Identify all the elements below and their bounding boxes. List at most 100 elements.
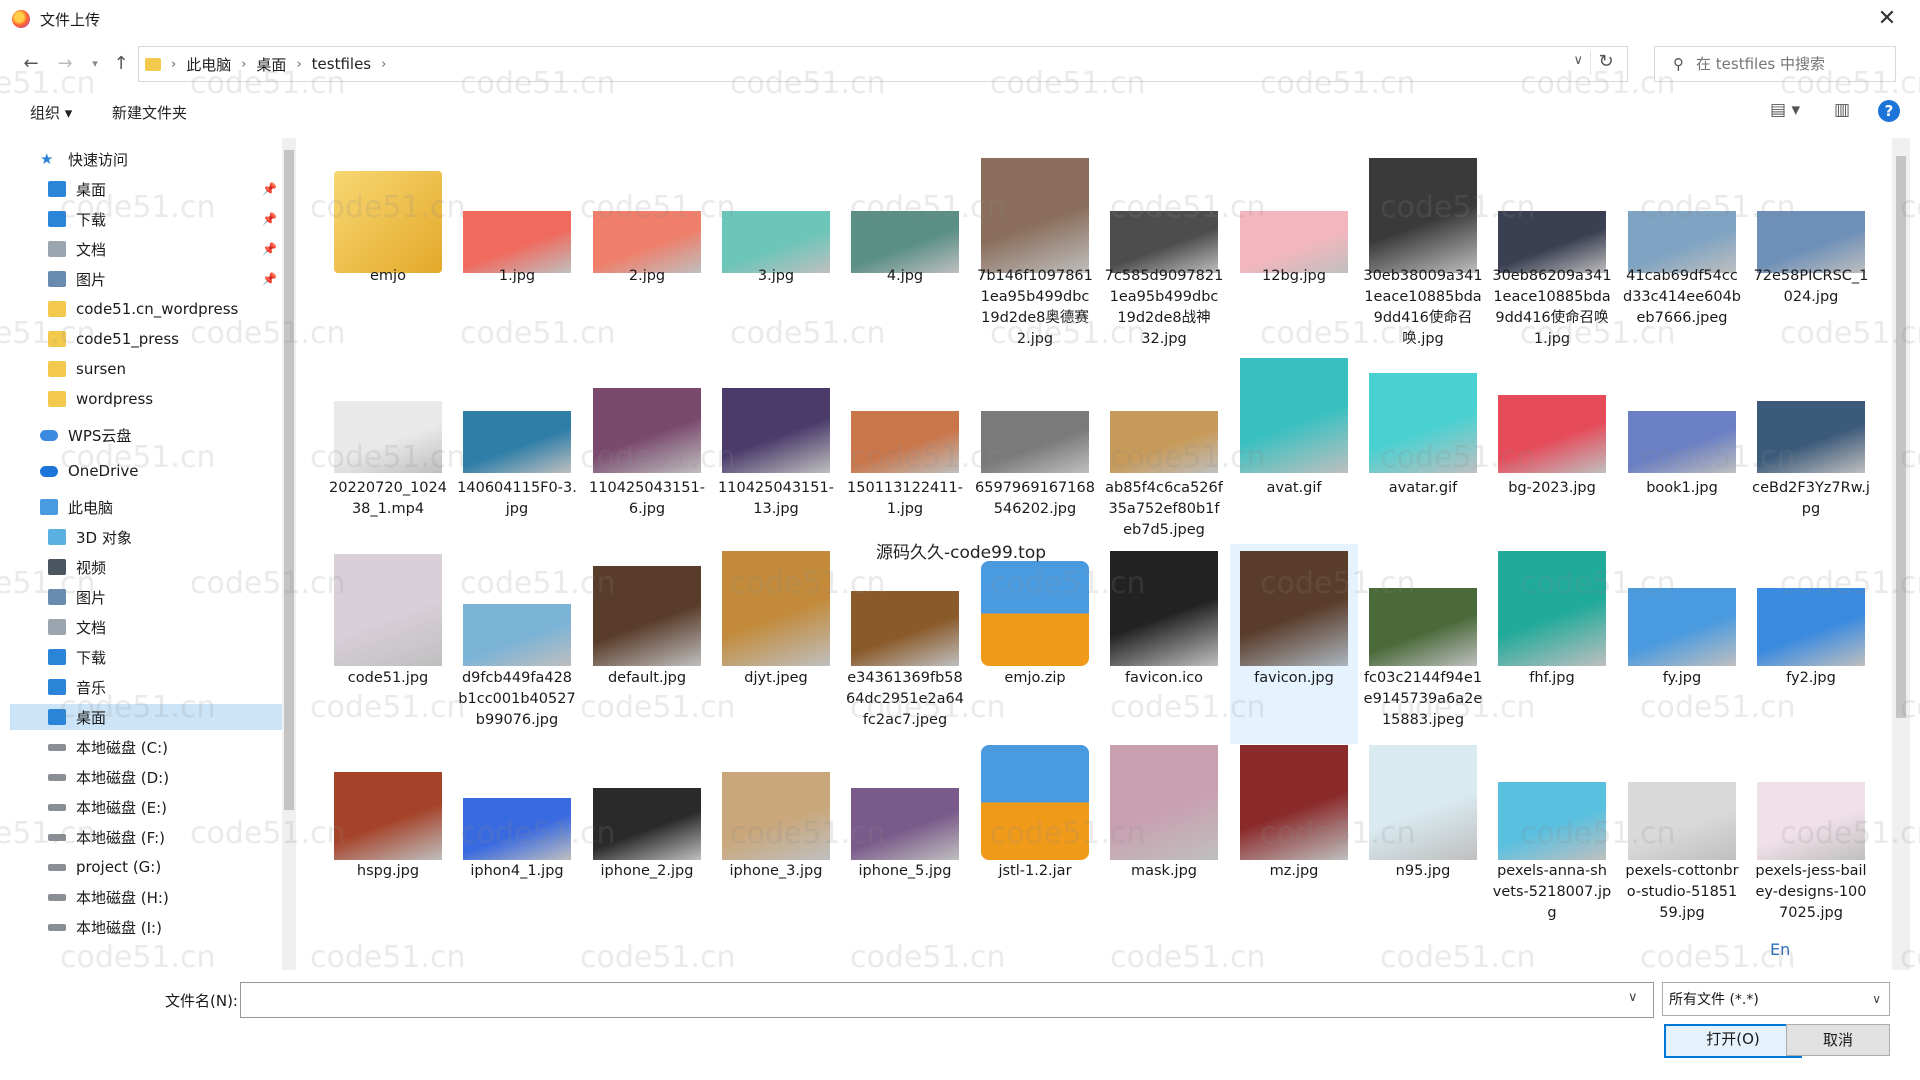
file-tile[interactable]: jstl-1.2.jar — [971, 736, 1099, 936]
forward-arrow-icon[interactable]: → — [52, 50, 78, 78]
file-tile[interactable]: ceBd2F3Yz7Rw.j pg — [1747, 350, 1875, 550]
file-tile[interactable]: 12bg.jpg — [1230, 138, 1358, 338]
file-tile[interactable]: iphone_3.jpg — [712, 736, 840, 936]
sidebar-item-drive-3[interactable]: 本地磁盘 (F:) — [10, 824, 165, 850]
sidebar-item-quick-0[interactable]: 桌面 — [10, 176, 106, 202]
file-tile[interactable]: 3.jpg — [712, 138, 840, 338]
crumb-testfiles[interactable]: testfiles — [312, 55, 371, 73]
back-arrow-icon[interactable]: ← — [18, 50, 44, 78]
file-tile[interactable]: djyt.jpeg — [712, 544, 840, 744]
file-tile[interactable]: favicon.jpg — [1230, 544, 1358, 744]
sidebar-item-quick-4[interactable]: code51.cn_wordpress — [10, 296, 238, 322]
ime-indicator[interactable]: En — [1770, 940, 1790, 959]
sidebar-item-quick-2[interactable]: 文档 — [10, 236, 106, 262]
file-tile[interactable]: pexels-anna-sh vets-5218007.jp g — [1488, 736, 1616, 936]
search-input[interactable] — [1694, 54, 1888, 74]
sidebar-item-pc-5[interactable]: 音乐 — [10, 674, 106, 700]
file-tile[interactable]: fc03c2144f94e1 e9145739a6a2e 15883.jpeg — [1359, 544, 1487, 744]
file-tile[interactable]: hspg.jpg — [324, 736, 452, 936]
sidebar-item-quick-3[interactable]: 图片 — [10, 266, 106, 292]
file-tile[interactable]: mask.jpg — [1100, 736, 1228, 936]
file-tile[interactable]: avat.gif — [1230, 350, 1358, 550]
sidebar-item-drive-2[interactable]: 本地磁盘 (E:) — [10, 794, 167, 820]
sidebar-item-pc-3[interactable]: 文档 — [10, 614, 106, 640]
file-tile[interactable]: 150113122411- 1.jpg — [841, 350, 969, 550]
file-tile[interactable]: 2.jpg — [583, 138, 711, 338]
file-tile[interactable]: fy.jpg — [1618, 544, 1746, 744]
preview-pane-icon[interactable]: ▥ — [1834, 100, 1850, 120]
sidebar-item-quick-6[interactable]: sursen — [10, 356, 126, 382]
cancel-button[interactable]: 取消 — [1786, 1024, 1890, 1056]
file-tile[interactable]: pexels-jess-bail ey-designs-100 7025.jpg — [1747, 736, 1875, 936]
close-button[interactable]: ✕ — [1872, 6, 1902, 32]
file-tile[interactable]: book1.jpg — [1618, 350, 1746, 550]
file-tile[interactable]: d9fcb449fa428 b1cc001b40527 b99076.jpg — [453, 544, 581, 744]
organize-menu[interactable]: 组织 ▾ — [30, 102, 72, 123]
file-tile[interactable]: mz.jpg — [1230, 736, 1358, 936]
up-arrow-icon[interactable]: ↑ — [108, 50, 134, 78]
sidebar-item-quick-5[interactable]: code51_press — [10, 326, 179, 352]
crumb-this-pc[interactable]: 此电脑 — [186, 54, 231, 75]
file-tile[interactable]: ab85f4c6ca526f 35a752ef80b1f eb7d5.jpeg — [1100, 350, 1228, 550]
search-box[interactable]: ⚲ — [1654, 46, 1896, 82]
sidebar-item-drive-5[interactable]: 本地磁盘 (H:) — [10, 884, 169, 910]
file-tile[interactable]: 140604115F0-3. jpg — [453, 350, 581, 550]
file-type-filter[interactable]: 所有文件 (*.*) ∨ — [1662, 982, 1890, 1016]
file-tile[interactable]: avatar.gif — [1359, 350, 1487, 550]
filename-dropdown-chevron-icon[interactable]: ∨ — [1628, 990, 1638, 1005]
file-tile[interactable]: default.jpg — [583, 544, 711, 744]
file-tile[interactable]: pexels-cottonbr o-studio-51851 59.jpg — [1618, 736, 1746, 936]
change-view-icon[interactable]: ▤ ▾ — [1770, 100, 1800, 120]
file-tile[interactable]: 1.jpg — [453, 138, 581, 338]
crumb-expand-chevron-icon[interactable]: › — [381, 57, 386, 72]
sidebar-item-pc-0[interactable]: 3D 对象 — [10, 524, 132, 550]
file-tile[interactable]: 30eb86209a341 1eace10885bda 9dd416使命召唤 1.jp… — [1488, 138, 1616, 347]
sidebar-item-this-pc[interactable]: 此电脑 — [10, 494, 113, 520]
sidebar-item-quick-1[interactable]: 下载 — [10, 206, 106, 232]
file-list-scroll-thumb[interactable] — [1896, 156, 1906, 718]
filename-input[interactable] — [240, 982, 1654, 1018]
file-tile[interactable]: emjo.zip — [971, 544, 1099, 744]
refresh-icon[interactable]: ↻ — [1590, 51, 1621, 75]
file-tile[interactable]: iphone_2.jpg — [583, 736, 711, 936]
file-tile[interactable]: 20220720_1024 38_1.mp4 — [324, 350, 452, 550]
sidebar-item-quick-access[interactable]: ★ 快速访问 — [10, 146, 128, 172]
sidebar-scrollbar[interactable] — [282, 138, 296, 970]
address-bar[interactable]: › 此电脑 › 桌面 › testfiles › ∨ ↻ — [138, 46, 1628, 82]
crumb-desktop[interactable]: 桌面 — [256, 54, 286, 75]
sidebar-item-drive-1[interactable]: 本地磁盘 (D:) — [10, 764, 169, 790]
file-tile[interactable]: fhf.jpg — [1488, 544, 1616, 744]
file-tile[interactable]: favicon.ico — [1100, 544, 1228, 744]
file-tile[interactable]: 110425043151- 13.jpg — [712, 350, 840, 550]
file-tile[interactable]: e34361369fb58 64dc2951e2a64 fc2ac7.jpeg — [841, 544, 969, 744]
open-button[interactable]: 打开(O) — [1664, 1024, 1802, 1058]
file-list-scrollbar[interactable] — [1892, 138, 1910, 970]
file-tile[interactable]: iphone_5.jpg — [841, 736, 969, 936]
sidebar-item-drive-0[interactable]: 本地磁盘 (C:) — [10, 734, 168, 760]
sidebar-item-pc-1[interactable]: 视频 — [10, 554, 106, 580]
address-dropdown-chevron-icon[interactable]: ∨ — [1573, 53, 1583, 68]
file-tile[interactable]: 72e58PICRSC_1 024.jpg — [1747, 138, 1875, 338]
sidebar-item-pc-6[interactable]: 桌面 — [10, 704, 282, 730]
sidebar-item-onedrive[interactable]: OneDrive — [10, 458, 139, 484]
sidebar-item-drive-6[interactable]: 本地磁盘 (I:) — [10, 914, 162, 940]
file-tile[interactable]: iphon4_1.jpg — [453, 736, 581, 936]
sidebar-item-drive-4[interactable]: project (G:) — [10, 854, 161, 880]
sidebar-item-quick-7[interactable]: wordpress — [10, 386, 153, 412]
file-tile[interactable]: 7b146f1097861 1ea95b499dbc 19d2de8奥德赛 2.jpg — [971, 138, 1099, 347]
help-icon[interactable]: ? — [1878, 100, 1900, 122]
file-tile[interactable]: bg-2023.jpg — [1488, 350, 1616, 550]
recent-locations-chevron-icon[interactable]: ▾ — [82, 50, 108, 78]
file-tile[interactable]: 7c585d9097821 1ea95b499dbc 19d2de8战神 32.jpg — [1100, 138, 1228, 347]
file-tile[interactable]: 6597969167168 546202.jpg — [971, 350, 1099, 550]
new-folder-button[interactable]: 新建文件夹 — [112, 102, 187, 123]
file-tile[interactable]: n95.jpg — [1359, 736, 1487, 936]
file-tile[interactable]: 110425043151- 6.jpg — [583, 350, 711, 550]
file-tile[interactable]: code51.jpg — [324, 544, 452, 744]
file-tile[interactable]: 41cab69df54cc d33c414ee604b eb7666.jpeg — [1618, 138, 1746, 338]
sidebar-item-wps[interactable]: WPS云盘 — [10, 422, 131, 448]
sidebar-item-pc-2[interactable]: 图片 — [10, 584, 106, 610]
file-tile[interactable]: 30eb38009a341 1eace10885bda 9dd416使命召 唤.jpg — [1359, 138, 1487, 347]
file-tile[interactable]: 4.jpg — [841, 138, 969, 338]
file-tile[interactable]: fy2.jpg — [1747, 544, 1875, 744]
